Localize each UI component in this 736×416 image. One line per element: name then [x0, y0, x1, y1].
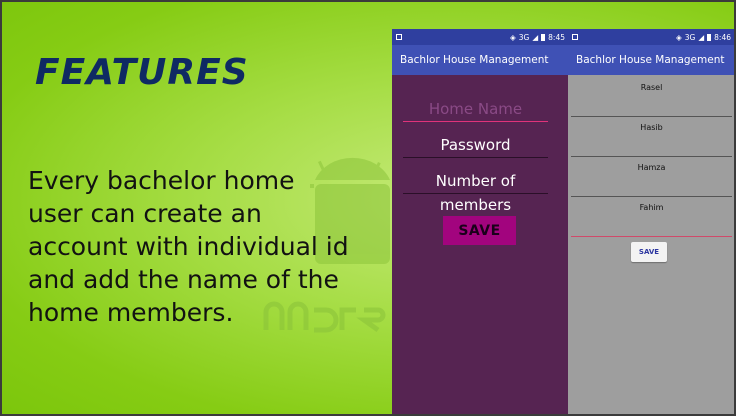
app-title: Bachlor House Management — [400, 54, 549, 66]
body-line: account with individual id — [28, 232, 349, 261]
app-bar: Bachlor House Management — [568, 45, 734, 75]
phone-screen-members: ◈ 3G ◢ 8:46 Bachlor House Management Ras… — [568, 29, 734, 414]
body-line: Every bachelor home — [28, 166, 295, 195]
member-name-input[interactable]: Rasel — [571, 77, 732, 117]
member-name-input[interactable]: Hasib — [571, 117, 732, 157]
slide-body: Every bachelor home user can create an a… — [28, 164, 408, 329]
body-line: home members. — [28, 298, 234, 327]
members-count-input[interactable]: Number of members — [403, 169, 548, 214]
battery-icon — [707, 33, 712, 41]
vibrate-icon: ◈ — [676, 32, 682, 42]
network-label: 3G — [518, 32, 530, 42]
signal-icon: ◢ — [698, 32, 705, 42]
body-line: and add the name of the — [28, 265, 339, 294]
notification-icon — [396, 34, 402, 40]
body-line: user can create an — [28, 199, 262, 228]
member-name-input[interactable]: Fahim — [571, 197, 732, 237]
home-name-input[interactable]: Home Name — [403, 97, 548, 122]
app-bar: Bachlor House Management — [392, 45, 569, 75]
status-bar: ◈ 3G ◢ 8:45 — [392, 29, 569, 45]
save-button[interactable]: SAVE — [631, 242, 667, 262]
status-time: 8:45 — [548, 32, 565, 42]
password-input[interactable]: Password — [403, 133, 548, 158]
signal-icon: ◢ — [532, 32, 539, 42]
notification-icon — [572, 34, 578, 40]
status-bar: ◈ 3G ◢ 8:46 — [568, 29, 734, 45]
status-time: 8:46 — [714, 32, 731, 42]
vibrate-icon: ◈ — [510, 32, 516, 42]
save-button[interactable]: SAVE — [443, 216, 516, 245]
slide: FEATURES Every bachelor home user can cr… — [0, 0, 736, 416]
member-name-input[interactable]: Hamza — [571, 157, 732, 197]
app-title: Bachlor House Management — [576, 54, 725, 66]
slide-title: FEATURES — [35, 52, 249, 93]
network-label: 3G — [684, 32, 696, 42]
phone-screen-register: ◈ 3G ◢ 8:45 Bachlor House Management Hom… — [392, 29, 569, 414]
battery-icon — [541, 33, 546, 41]
